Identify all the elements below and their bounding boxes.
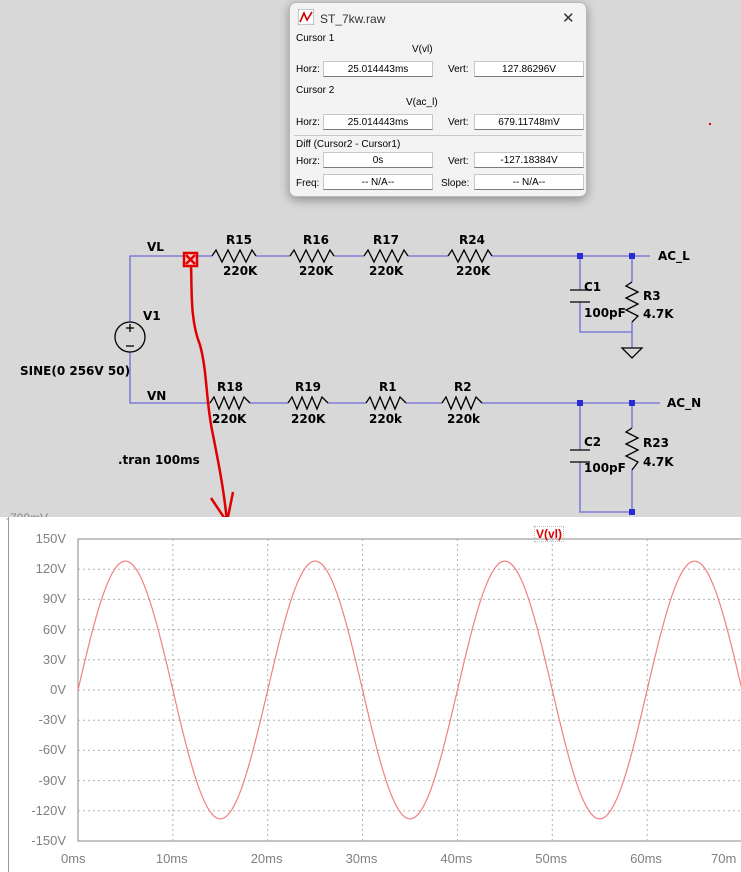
- source-value[interactable]: SINE(0 256V 50): [20, 364, 130, 378]
- net-label-ac-n: AC_N: [667, 396, 702, 410]
- y-tick-label: 90V: [42, 591, 66, 607]
- cursor1-horz-field[interactable]: 25.014443ms: [323, 61, 433, 77]
- resistor-name[interactable]: R16: [303, 233, 329, 247]
- y-tick-label: 60V: [42, 621, 66, 637]
- diff-freq-field[interactable]: -- N/A--: [323, 174, 433, 190]
- source-name[interactable]: V1: [143, 309, 161, 323]
- x-tick-label: 50ms: [535, 851, 568, 866]
- capacitor-name[interactable]: C2: [584, 435, 601, 449]
- y-tick-label: -30V: [38, 712, 66, 728]
- diff-freq-label: Freq:: [296, 178, 320, 189]
- y-tick-label: 0V: [50, 682, 66, 697]
- resistor-name[interactable]: R17: [373, 233, 399, 247]
- y-tick-label: -150V: [31, 833, 66, 848]
- y-tick-label: -120V: [31, 802, 66, 818]
- y-tick-label: 120V: [35, 561, 66, 577]
- resistor-value[interactable]: 220K: [456, 264, 490, 278]
- resistor-value[interactable]: 4.7K: [643, 455, 674, 469]
- cursor2-horz-field[interactable]: 25.014443ms: [323, 114, 433, 130]
- resistor-name[interactable]: R3: [643, 289, 661, 303]
- capacitor-value[interactable]: 100pF: [584, 461, 626, 475]
- y-tick-label: 30V: [42, 651, 66, 667]
- diff-slope-label: Slope:: [441, 178, 470, 189]
- trace-label[interactable]: V(vl): [534, 526, 565, 542]
- cursor2-vert-label: Vert:: [448, 117, 469, 128]
- schematic-canvas[interactable]: VL VN AC_L AC_N V1 SINE(0 256V 50) R15 2…: [0, 0, 741, 517]
- resistor-name[interactable]: R23: [643, 436, 669, 450]
- resistor-name[interactable]: R19: [295, 380, 321, 394]
- resistor-name[interactable]: R18: [217, 380, 243, 394]
- resistor-value[interactable]: 220K: [223, 264, 257, 278]
- cursor1-vert-field[interactable]: 127.86296V: [474, 61, 584, 77]
- resistor-value[interactable]: 220k: [447, 412, 480, 426]
- x-tick-label: 40ms: [440, 851, 473, 866]
- diff-vert-label: Vert:: [448, 156, 469, 167]
- x-tick-label: 20ms: [250, 851, 283, 866]
- x-tick-label: 0ms: [61, 851, 86, 866]
- diff-section: Diff (Cursor2 - Cursor1): [296, 139, 401, 150]
- resistor-name[interactable]: R24: [459, 233, 485, 247]
- resistor-name[interactable]: R15: [226, 233, 252, 247]
- cursor1-horz-label: Horz:: [296, 64, 320, 75]
- capacitor-value[interactable]: 100pF: [584, 306, 626, 320]
- net-label-vn: VN: [147, 389, 167, 403]
- plot-frame[interactable]: [8, 517, 741, 872]
- cursor2-trace: V(ac_l): [406, 97, 438, 108]
- dialog-title: ST_7kw.raw: [320, 12, 386, 26]
- cursor1-trace: V(vl): [412, 44, 433, 55]
- ltspice-icon: [298, 9, 314, 25]
- close-icon[interactable]: ✕: [562, 9, 575, 27]
- resistor-value[interactable]: 4.7K: [643, 307, 674, 321]
- waveform-viewer[interactable]: -700mV 150V120V90V60V30V0V-30V-60V-90V-1…: [0, 511, 741, 872]
- x-tick-label: 10ms: [155, 851, 188, 866]
- x-tick-label: 60ms: [630, 851, 662, 866]
- cursor2-section: Cursor 2: [296, 85, 335, 96]
- resistor-value[interactable]: 220k: [369, 412, 402, 426]
- diff-horz-field[interactable]: 0s: [323, 152, 433, 168]
- x-tick-label: 70m: [711, 851, 737, 866]
- diff-vert-field[interactable]: -127.18384V: [474, 152, 584, 168]
- cursor1-section: Cursor 1: [296, 33, 335, 44]
- diff-slope-field[interactable]: -- N/A--: [474, 174, 584, 190]
- y-tick-label: 150V: [35, 531, 66, 546]
- net-label-ac-l: AC_L: [658, 249, 690, 263]
- net-label-vl: VL: [147, 240, 164, 254]
- diff-horz-label: Horz:: [296, 156, 320, 167]
- resistor-name[interactable]: R2: [454, 380, 472, 394]
- y-tick-label: -60V: [38, 742, 66, 758]
- resistor-value[interactable]: 220K: [291, 412, 325, 426]
- x-tick-label: 30ms: [345, 851, 378, 866]
- resistor-value[interactable]: 220K: [369, 264, 403, 278]
- waveform-plot[interactable]: [9, 517, 741, 872]
- resistor-value[interactable]: 220K: [299, 264, 333, 278]
- spice-directive[interactable]: .tran 100ms: [118, 453, 200, 467]
- cursor2-horz-label: Horz:: [296, 117, 320, 128]
- resistor-name[interactable]: R1: [379, 380, 397, 394]
- y-tick-label: -90V: [38, 772, 66, 788]
- cursor2-vert-field[interactable]: 679.11748mV: [474, 114, 584, 130]
- capacitor-name[interactable]: C1: [584, 280, 601, 294]
- cursor1-vert-label: Vert:: [448, 64, 469, 75]
- dialog-separator: [294, 135, 582, 136]
- cursor-dialog[interactable]: ST_7kw.raw ✕ Cursor 1 V(vl) Horz: 25.014…: [289, 2, 587, 197]
- resistor-value[interactable]: 220K: [212, 412, 246, 426]
